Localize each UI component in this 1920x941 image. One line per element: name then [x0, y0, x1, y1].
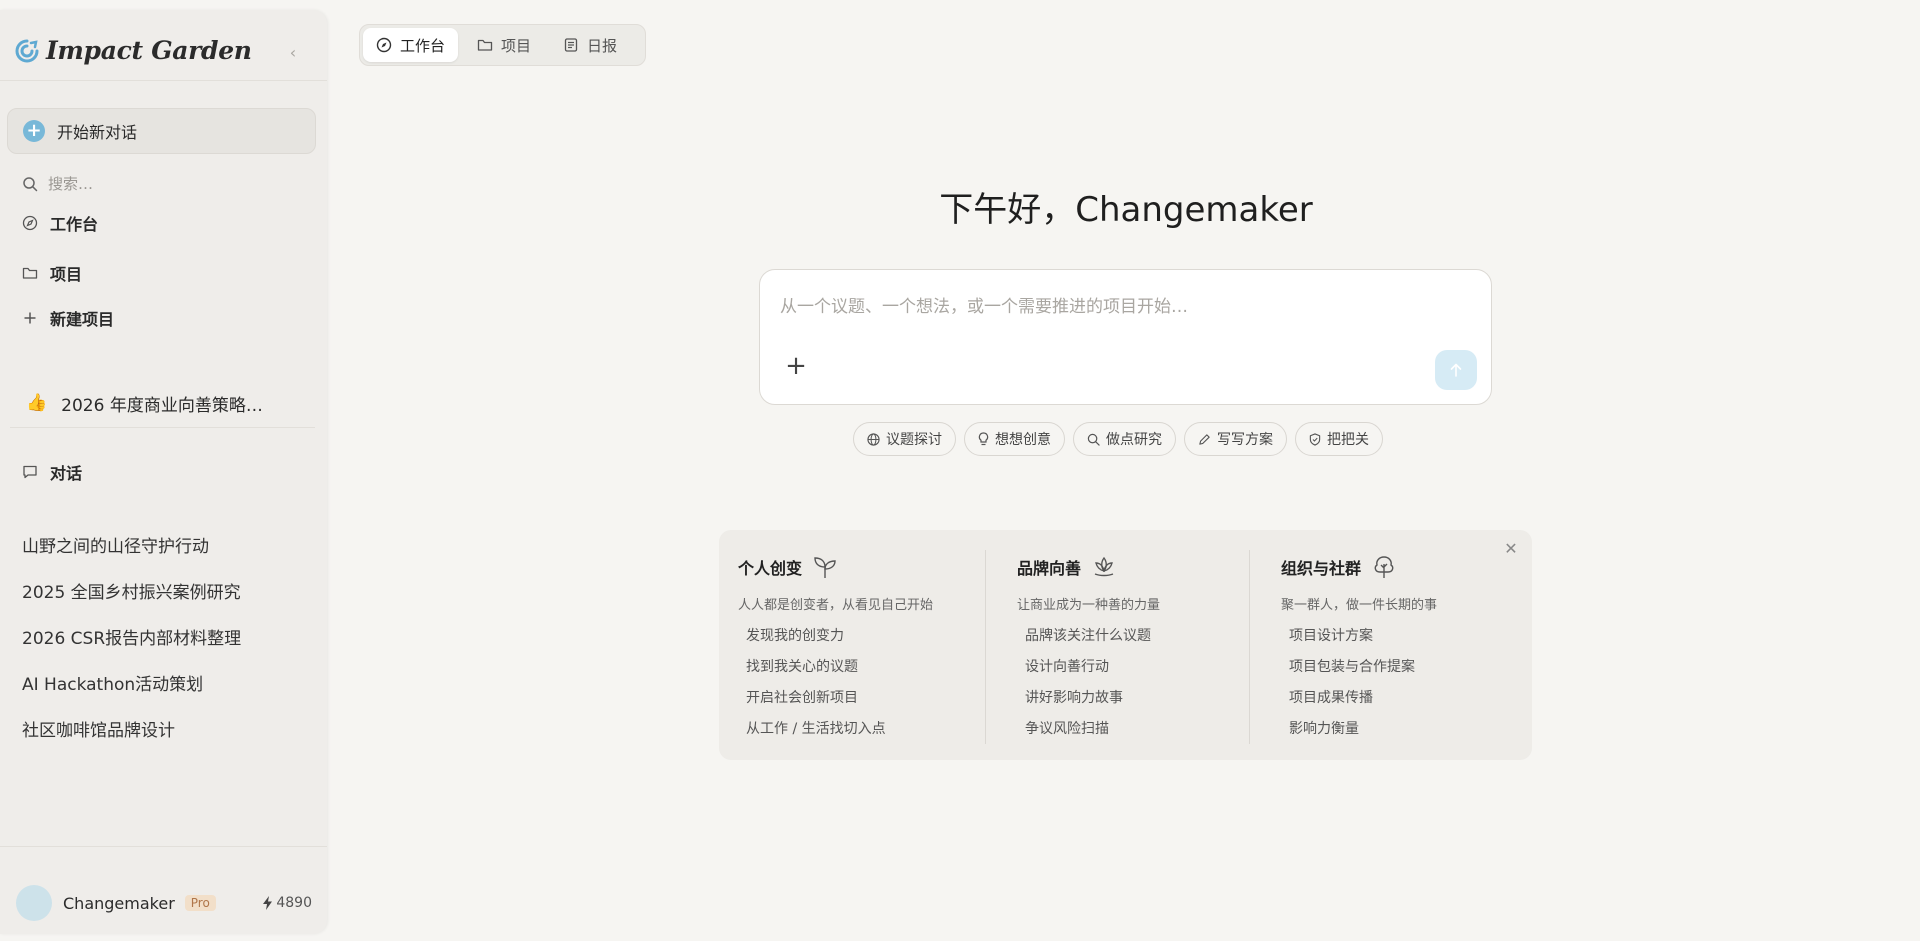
- card-subtitle: 人人都是创变者，从看见自己开始: [738, 598, 934, 613]
- tab-label: 日报: [587, 36, 618, 55]
- chip-label: 写写方案: [1217, 432, 1273, 448]
- sidebar-item-label: 项目: [50, 265, 83, 284]
- avatar[interactable]: [16, 885, 52, 921]
- card-subtitle: 聚一群人，做一件长期的事: [1281, 598, 1438, 613]
- newspaper-icon: [563, 37, 579, 53]
- chip-label: 议题探讨: [886, 432, 942, 448]
- tree-icon: [1371, 554, 1397, 580]
- user-profile[interactable]: Changemaker Pro 4890: [16, 885, 312, 921]
- folder-icon: [477, 37, 493, 53]
- lightning-icon: [262, 896, 273, 910]
- card-link[interactable]: 开启社会创新项目: [746, 683, 933, 714]
- pinned-project-label: 2026 年度商业向善策略…: [61, 395, 263, 416]
- divider: [10, 427, 315, 428]
- app-name: Impact Garden: [46, 36, 252, 65]
- arrow-up-icon: [1450, 363, 1462, 377]
- lotus-icon: [1091, 554, 1117, 580]
- compass-icon: [376, 37, 392, 53]
- sprout-icon: [812, 554, 838, 580]
- new-chat-label: 开始新对话: [57, 123, 138, 142]
- chevron-left-icon[interactable]: ‹: [284, 44, 302, 62]
- chip-label: 把把关: [1327, 432, 1369, 448]
- conversation-item[interactable]: 2026 CSR报告内部材料整理: [22, 624, 241, 649]
- card-link[interactable]: 影响力衡量: [1289, 714, 1437, 745]
- folder-icon: [22, 265, 38, 281]
- card-title: 组织与社群: [1281, 559, 1362, 578]
- card-link[interactable]: 讲好影响力故事: [1025, 683, 1160, 714]
- card-title: 个人创变: [738, 559, 803, 578]
- pinned-project[interactable]: 👍 2026 年度商业向善策略…: [26, 390, 263, 416]
- shield-icon: [1309, 432, 1321, 446]
- sidebar-item-new-project[interactable]: 新建项目: [22, 305, 114, 331]
- conversation-item[interactable]: 社区咖啡馆品牌设计: [22, 716, 175, 741]
- conversation-item[interactable]: 2025 全国乡村振兴案例研究: [22, 578, 241, 603]
- user-name: Changemaker: [63, 893, 175, 913]
- close-icon[interactable]: ✕: [1502, 540, 1520, 558]
- sidebar: Impact Garden ‹ + 开始新对话 工作台 项目 新建项目 👍 20…: [0, 10, 327, 934]
- attach-plus-button[interactable]: +: [784, 353, 808, 379]
- sidebar-item-label: 新建项目: [50, 310, 115, 329]
- thumbs-up-emoji: 👍: [26, 393, 48, 413]
- plus-circle-icon: +: [23, 120, 45, 142]
- conversations-header[interactable]: 对话: [22, 459, 82, 485]
- card-link[interactable]: 争议风险扫描: [1025, 714, 1160, 745]
- send-button[interactable]: [1435, 350, 1477, 390]
- search-icon: [1087, 433, 1100, 446]
- divider: [0, 80, 327, 81]
- starter-cards: ✕ 个人创变 人人都是创变者，从看见自己开始 发现我的创变力 找到我关心的议题 …: [719, 530, 1532, 760]
- lightbulb-icon: [978, 432, 989, 446]
- tab-projects[interactable]: 项目: [464, 28, 544, 62]
- top-tabs: 工作台 项目 日报: [359, 24, 646, 66]
- pro-badge: Pro: [184, 895, 216, 911]
- tab-label: 工作台: [400, 36, 446, 55]
- card-personal-change: 个人创变 人人都是创变者，从看见自己开始 发现我的创变力 找到我关心的议题 开启…: [738, 554, 933, 745]
- card-link[interactable]: 设计向善行动: [1025, 652, 1160, 683]
- card-link[interactable]: 找到我关心的议题: [746, 652, 933, 683]
- card-brand-for-good: 品牌向善 让商业成为一种善的力量 品牌该关注什么议题 设计向善行动 讲好影响力故…: [1017, 554, 1160, 745]
- card-org-community: 组织与社群 聚一群人，做一件长期的事 项目设计方案 项目包装与合作提案 项目成果…: [1281, 554, 1437, 745]
- plus-icon: [22, 310, 38, 326]
- tab-label: 项目: [501, 36, 532, 55]
- globe-icon: [867, 432, 880, 446]
- column-divider: [1249, 550, 1250, 744]
- card-link[interactable]: 品牌该关注什么议题: [1025, 621, 1160, 652]
- conversations-label: 对话: [50, 464, 83, 483]
- greeting-heading: 下午好，Changemaker: [939, 190, 1313, 230]
- chip-label: 想想创意: [995, 432, 1051, 448]
- tab-workspace[interactable]: 工作台: [363, 28, 459, 62]
- suggestion-chips: 议题探讨 想想创意 做点研究 写写方案 把把关: [853, 422, 1383, 456]
- card-link[interactable]: 发现我的创变力: [746, 621, 933, 652]
- prompt-input[interactable]: [780, 292, 1470, 332]
- conversation-item[interactable]: AI Hackathon活动策划: [22, 670, 203, 695]
- new-chat-button[interactable]: + 开始新对话: [7, 108, 316, 154]
- app-logo[interactable]: Impact Garden: [14, 36, 252, 65]
- chat-bubble-icon: [22, 464, 38, 480]
- card-subtitle: 让商业成为一种善的力量: [1017, 598, 1161, 613]
- credits-count: 4890: [276, 895, 312, 911]
- chip-brainstorm[interactable]: 想想创意: [964, 422, 1065, 456]
- chip-topic-discussion[interactable]: 议题探讨: [853, 422, 956, 456]
- composer: +: [759, 269, 1492, 405]
- card-link[interactable]: 项目设计方案: [1289, 621, 1437, 652]
- card-link[interactable]: 项目包装与合作提案: [1289, 652, 1437, 683]
- divider: [0, 846, 327, 847]
- chip-research[interactable]: 做点研究: [1073, 422, 1176, 456]
- card-link[interactable]: 从工作 / 生活找切入点: [746, 714, 933, 745]
- card-title: 品牌向善: [1017, 559, 1082, 578]
- sidebar-item-projects[interactable]: 项目: [22, 260, 82, 286]
- chip-write-proposal[interactable]: 写写方案: [1184, 422, 1287, 456]
- card-link[interactable]: 项目成果传播: [1289, 683, 1437, 714]
- chip-review[interactable]: 把把关: [1295, 422, 1383, 456]
- tab-daily-report[interactable]: 日报: [550, 28, 630, 62]
- column-divider: [985, 550, 986, 744]
- credits-display[interactable]: 4890: [262, 895, 312, 911]
- pen-icon: [1198, 433, 1211, 446]
- conversation-item[interactable]: 山野之间的山径守护行动: [22, 532, 209, 557]
- swirl-logo-icon: [14, 38, 40, 64]
- chip-label: 做点研究: [1106, 432, 1162, 448]
